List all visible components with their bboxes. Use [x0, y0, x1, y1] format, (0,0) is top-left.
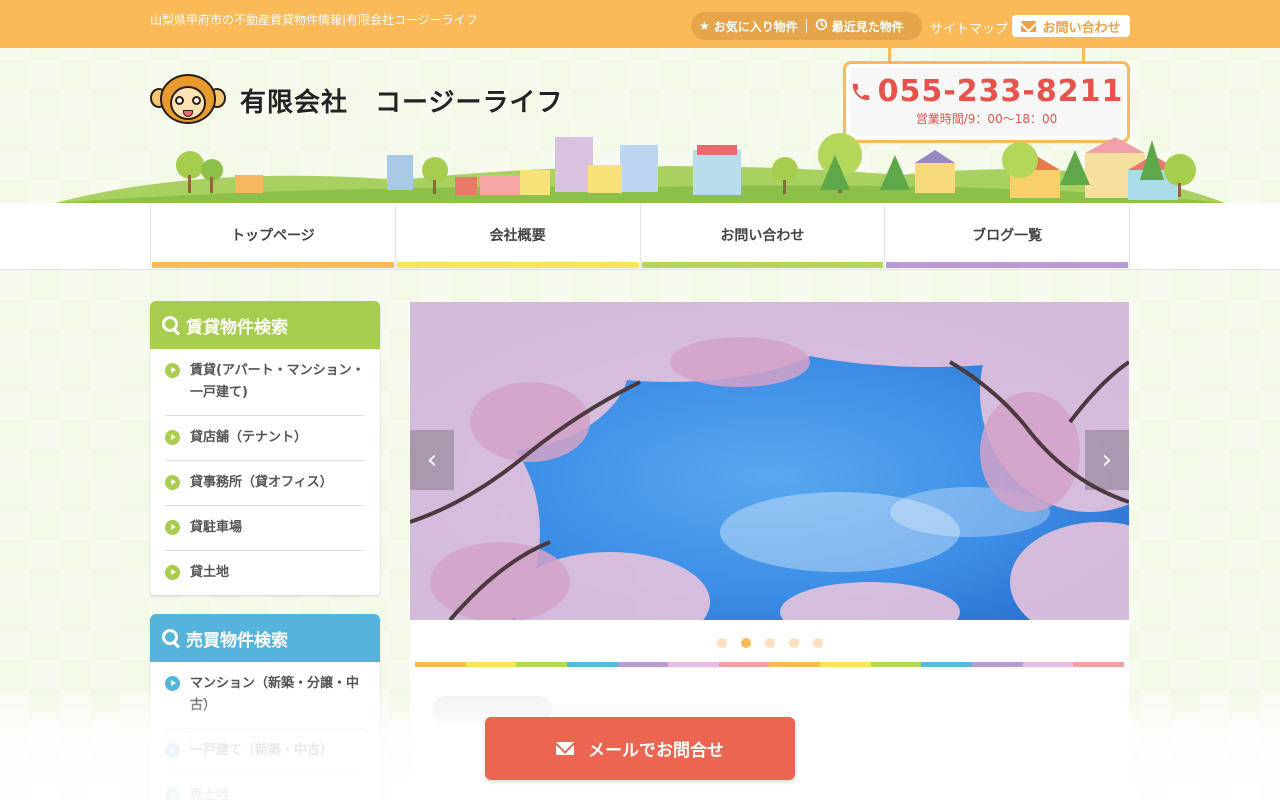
contact-button[interactable]: お問い合わせ — [1012, 15, 1130, 37]
sitemap-link[interactable]: サイトマップ — [930, 18, 1008, 37]
nav-item-label: トップページ — [231, 227, 315, 244]
search-icon — [162, 629, 180, 647]
sidebar-link-label: 貸店舗（テナント） — [190, 430, 308, 445]
stripe-segment — [820, 662, 871, 667]
sidebar-link[interactable]: 貸駐車場 — [165, 506, 365, 551]
stripe-segment — [972, 662, 1023, 667]
cherry-blossom-image — [410, 302, 1129, 620]
recent-label: 最近見た物件 — [831, 19, 904, 34]
slider-dot[interactable] — [788, 638, 799, 648]
slider-prev-button[interactable]: ‹ — [410, 430, 454, 490]
monkey-mascot-icon — [150, 74, 230, 126]
site-tagline: 山梨県甲府市の不動産賃貸物件情報|有限会社コージーライフ — [150, 13, 478, 27]
sidebar-link[interactable]: 一戸建て（新築・中古） — [165, 729, 365, 774]
sale-search-header: 売買物件検索 — [150, 614, 380, 662]
rental-search-header: 賃貸物件検索 — [150, 301, 380, 349]
nav-item-label: 会社概要 — [489, 227, 546, 244]
slider-dots — [410, 638, 1129, 648]
nav-color-bar — [396, 262, 639, 268]
company-name: 有限会社 コージーライフ — [240, 87, 564, 118]
sidebar-link[interactable]: 売土地 — [165, 774, 365, 800]
arrow-bullet-icon — [165, 788, 180, 800]
sidebar-link-label: 一戸建て（新築・中古） — [190, 743, 334, 758]
nav-color-bar — [152, 262, 394, 268]
quick-links: ★ お気に入り物件 最近見た物件 — [691, 12, 922, 40]
mail-icon — [1021, 20, 1037, 32]
sidebar-link-label: 貸駐車場 — [190, 520, 243, 535]
sidebar-link[interactable]: 賃貸(アパート・マンション・一戸建て) — [165, 349, 365, 416]
rental-list: 賃貸(アパート・マンション・一戸建て) 貸店舗（テナント） 貸事務所（貸オフィス） 貸… — [150, 349, 380, 595]
main-nav: トップページ 会社概要 お問い合わせ ブログ一覧 — [0, 203, 1280, 270]
town-illustration — [55, 133, 1225, 203]
arrow-bullet-icon — [165, 475, 180, 490]
nav-item-label: お問い合わせ — [720, 227, 805, 244]
phone-number[interactable]: 055-233-8211 — [846, 74, 1127, 109]
stripe-segment — [769, 662, 821, 667]
stripe-segment — [921, 662, 973, 667]
phone-icon — [852, 83, 869, 100]
sidebar-link-label: 売土地 — [190, 788, 230, 800]
contact-label: お問い合わせ — [1042, 20, 1121, 36]
arrow-bullet-icon — [165, 520, 180, 535]
arrow-bullet-icon — [165, 363, 180, 378]
mail-inquiry-label: メールでお問合せ — [588, 741, 724, 761]
sidebar-link-label: 貸事務所（貸オフィス） — [190, 475, 333, 490]
top-bar: 山梨県甲府市の不動産賃貸物件情報|有限会社コージーライフ ★ お気に入り物件 最… — [0, 0, 1280, 48]
stripe-segment — [870, 662, 922, 667]
stripe-segment — [617, 662, 669, 667]
slider-dot[interactable] — [764, 638, 775, 648]
arrow-bullet-icon — [165, 676, 180, 691]
nav-item[interactable]: トップページ — [151, 203, 396, 270]
stripe-segment — [668, 662, 719, 667]
sidebar-link[interactable]: 貸事務所（貸オフィス） — [165, 461, 365, 506]
sale-list: マンション（新築・分譲・中古） 一戸建て（新築・中古） 売土地 — [150, 662, 380, 800]
rental-search-title: 賃貸物件検索 — [186, 317, 288, 338]
sidebar-link-label: マンション（新築・分譲・中古） — [190, 676, 360, 713]
slider-dot[interactable] — [812, 638, 823, 648]
stripe-segment — [1073, 662, 1124, 667]
hero-slider[interactable]: ‹ › — [410, 302, 1129, 620]
sale-search-box: 売買物件検索 マンション（新築・分譲・中古） 一戸建て（新築・中古） 売土地 — [150, 614, 380, 800]
site-logo[interactable]: 有限会社 コージーライフ — [150, 74, 563, 126]
phone-number-text: 055-233-8211 — [877, 74, 1124, 109]
nav-item-label: ブログ一覧 — [972, 227, 1043, 244]
rental-search-box: 賃貸物件検索 賃貸(アパート・マンション・一戸建て) 貸店舗（テナント） 貸事務所（… — [150, 301, 380, 595]
stripe-segment — [1022, 662, 1074, 667]
stripe-segment — [465, 662, 517, 667]
stripe-segment — [566, 662, 618, 667]
favorites-label: お気に入り物件 — [713, 19, 798, 34]
nav-items: トップページ 会社概要 お問い合わせ ブログ一覧 — [150, 203, 1130, 270]
nav-item[interactable]: 会社概要 — [396, 203, 641, 270]
star-icon: ★ — [699, 19, 710, 33]
sale-search-title: 売買物件検索 — [186, 630, 288, 651]
nav-color-bar — [886, 262, 1128, 268]
sidebar-link[interactable]: 貸店舗（テナント） — [165, 416, 365, 461]
stripe-segment — [718, 662, 770, 667]
nav-item[interactable]: ブログ一覧 — [885, 203, 1130, 270]
mail-icon — [556, 742, 574, 755]
slider-dot[interactable] — [740, 638, 751, 648]
sidebar-link-label: 貸土地 — [190, 565, 230, 580]
mail-inquiry-button[interactable]: メールでお問合せ — [485, 717, 795, 780]
slider-dot[interactable] — [716, 638, 727, 648]
arrow-bullet-icon — [165, 743, 180, 758]
arrow-bullet-icon — [165, 565, 180, 580]
recent-link[interactable]: 最近見た物件 — [807, 12, 912, 40]
color-stripe — [415, 662, 1124, 667]
arrow-bullet-icon — [165, 430, 180, 445]
search-icon — [162, 316, 180, 334]
stripe-segment — [516, 662, 567, 667]
history-icon — [815, 18, 828, 34]
nav-color-bar — [641, 262, 884, 268]
divider — [805, 19, 807, 33]
nav-item[interactable]: お問い合わせ — [641, 203, 886, 270]
favorites-link[interactable]: ★ お気に入り物件 — [691, 12, 806, 40]
sidebar-link[interactable]: 貸土地 — [165, 551, 365, 595]
sidebar-link-label: 賃貸(アパート・マンション・一戸建て) — [190, 363, 365, 400]
slider-next-button[interactable]: › — [1085, 430, 1129, 490]
stripe-segment — [415, 662, 466, 667]
sidebar-link[interactable]: マンション（新築・分譲・中古） — [165, 662, 365, 729]
